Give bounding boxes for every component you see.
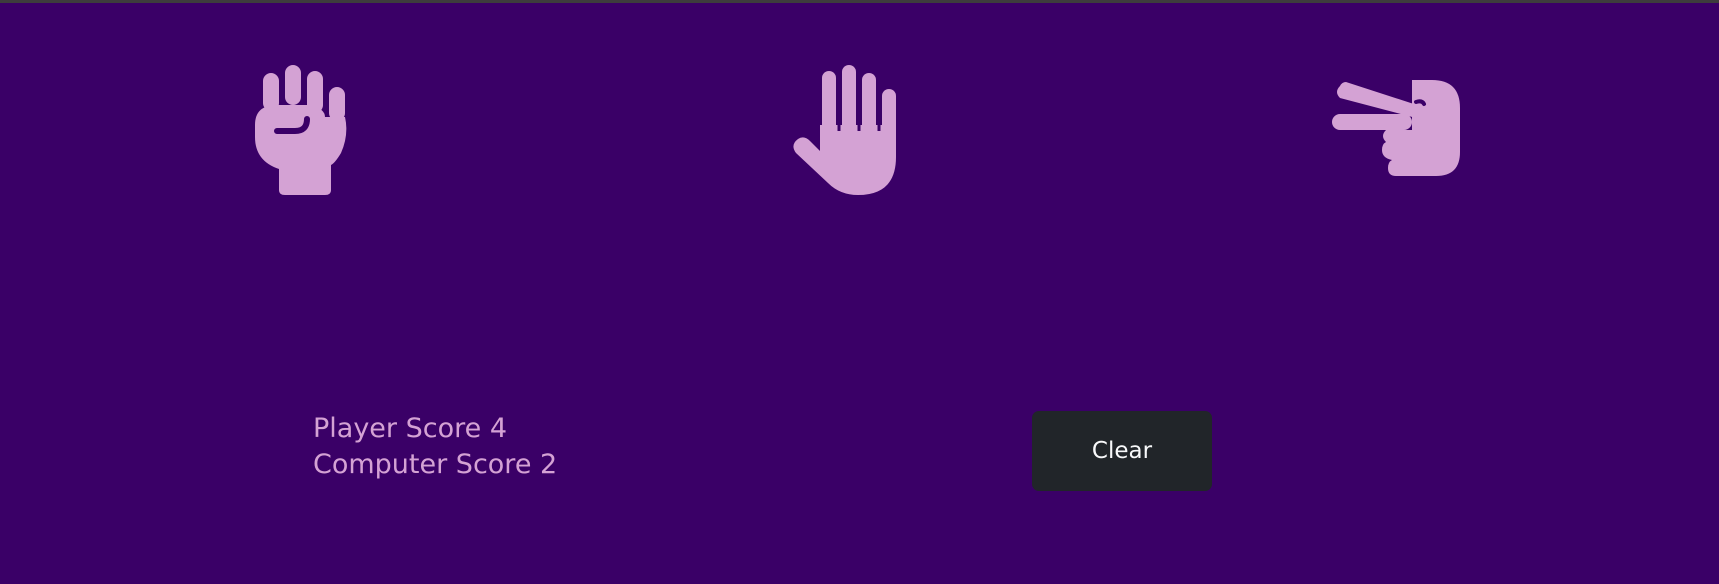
player-score-label: Player Score <box>313 413 482 444</box>
player-score: Player Score 4 <box>313 411 557 447</box>
paper-choice-button[interactable] <box>780 60 920 200</box>
hand-scissors-icon <box>1332 80 1460 176</box>
hand-fist-icon <box>255 65 347 195</box>
scissors-choice-button[interactable] <box>1327 60 1467 200</box>
score-board: Player Score 4 Computer Score 2 <box>313 411 557 483</box>
hand-paper-icon <box>793 65 896 195</box>
computer-score-value: 2 <box>540 449 558 480</box>
game-board: Player Score 4 Computer Score 2 Clear <box>0 3 1719 584</box>
rock-choice-button[interactable] <box>235 60 375 200</box>
computer-score: Computer Score 2 <box>313 447 557 483</box>
clear-button[interactable]: Clear <box>1032 411 1212 491</box>
computer-score-label: Computer Score <box>313 449 532 480</box>
player-score-value: 4 <box>489 413 508 444</box>
